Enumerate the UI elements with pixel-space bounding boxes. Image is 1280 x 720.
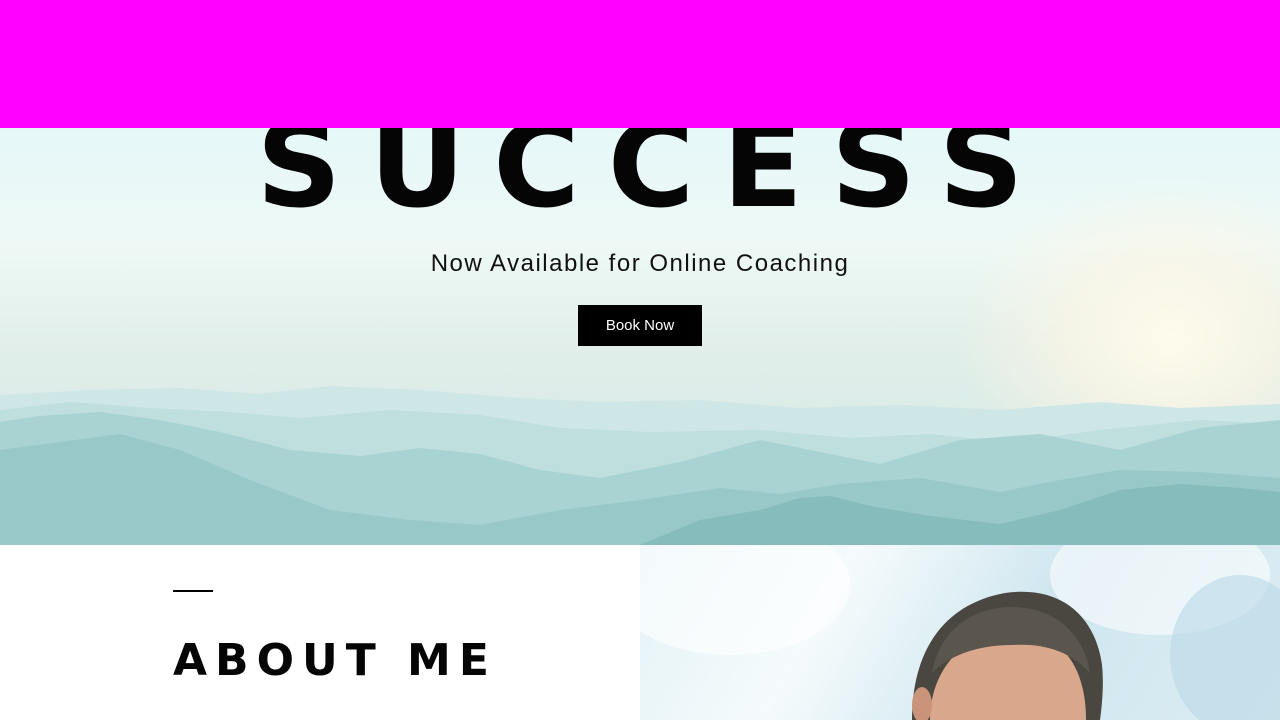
about-title: ABOUT ME [173, 635, 497, 686]
person-portrait-image [640, 545, 1280, 720]
book-now-button[interactable]: Book Now [578, 305, 702, 346]
hero-subtitle: Now Available for Online Coaching [430, 250, 850, 277]
section-divider [173, 590, 213, 592]
header-bar [0, 0, 1280, 128]
about-section: ABOUT ME [0, 545, 640, 720]
portrait-photo [640, 545, 1280, 720]
mountain-landscape-image [0, 386, 1280, 545]
